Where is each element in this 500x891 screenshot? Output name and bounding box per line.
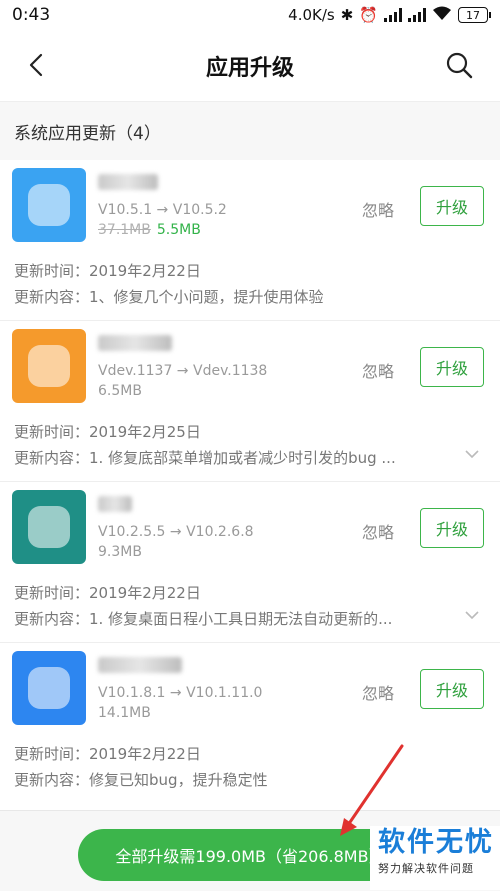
app-version: Vdev.1137 → Vdev.1138 — [98, 363, 268, 379]
update-content: 更新内容：1. 修复桌面日程小工具日期无法自动更新的... — [14, 608, 444, 629]
update-time: 更新时间：2019年2月22日 — [14, 582, 201, 603]
battery-icon: 17 — [458, 7, 491, 23]
app-version: V10.5.1 → V10.5.2 — [98, 202, 227, 218]
ignore-button[interactable]: 忽略 — [362, 519, 394, 543]
network-speed: 4.0K/s — [288, 6, 335, 24]
status-time: 0:43 — [12, 5, 51, 25]
watermark-logo: 软件无忧 努力解决软件问题 — [370, 826, 500, 890]
ignore-button[interactable]: 忽略 — [362, 197, 394, 221]
app-update-item: V10.5.1 → V10.5.2 37.1MB 5.5MB 忽略 升级 更新时间… — [0, 160, 500, 321]
annotation-arrow-icon — [340, 744, 404, 836]
app-size: 37.1MB 5.5MB — [98, 222, 201, 238]
back-arrow-icon[interactable] — [22, 50, 52, 80]
update-time-value: 2019年2月22日 — [89, 745, 201, 763]
app-size: 14.1MB — [98, 705, 151, 721]
section-header: 系统应用更新（4） — [0, 102, 500, 160]
app-update-item: V10.1.8.1 → V10.1.11.0 14.1MB 忽略 升级 更新时间… — [0, 643, 500, 804]
status-bar: 0:43 4.0K/s ✱ ⏰ 17 — [0, 0, 500, 30]
update-time-value: 2019年2月22日 — [89, 262, 201, 280]
update-time: 更新时间：2019年2月22日 — [14, 260, 201, 281]
bluetooth-icon: ✱ — [340, 6, 354, 24]
update-time-label: 更新时间： — [14, 745, 90, 763]
signal-icon — [384, 8, 402, 22]
app-update-item: V10.2.5.5 → V10.2.6.8 9.3MB 忽略 升级 更新时间：2… — [0, 482, 500, 643]
update-content-label: 更新内容： — [14, 610, 90, 628]
app-icon — [12, 329, 86, 403]
ignore-button[interactable]: 忽略 — [362, 358, 394, 382]
upgrade-button[interactable]: 升级 — [420, 508, 484, 548]
app-size: 9.3MB — [98, 544, 142, 560]
update-content-label: 更新内容： — [14, 288, 90, 306]
update-content: 更新内容：1. 修复底部菜单增加或者减少时引发的bug ... — [14, 447, 444, 468]
upgrade-button[interactable]: 升级 — [420, 186, 484, 226]
upgrade-button[interactable]: 升级 — [420, 347, 484, 387]
app-update-list: V10.5.1 → V10.5.2 37.1MB 5.5MB 忽略 升级 更新时间… — [0, 160, 500, 804]
app-name-blurred — [98, 496, 132, 512]
update-content-value: 1. 修复桌面日程小工具日期无法自动更新的... — [89, 610, 393, 628]
app-name-blurred — [98, 657, 182, 673]
chevron-down-icon[interactable] — [464, 446, 480, 462]
update-content-label: 更新内容： — [14, 771, 90, 789]
app-name-blurred — [98, 174, 158, 190]
battery-level: 17 — [466, 8, 480, 22]
app-size: 6.5MB — [98, 383, 142, 399]
app-name-blurred — [98, 335, 172, 351]
upgrade-button[interactable]: 升级 — [420, 669, 484, 709]
section-title: 系统应用更新（4） — [14, 123, 161, 144]
update-time-label: 更新时间： — [14, 262, 90, 280]
old-size: 37.1MB — [98, 222, 151, 238]
update-content-value: 修复已知bug，提升稳定性 — [89, 771, 268, 789]
chevron-down-icon[interactable] — [464, 607, 480, 623]
app-header: 应用升级 — [0, 30, 500, 102]
app-version: V10.2.5.5 → V10.2.6.8 — [98, 524, 254, 540]
update-time: 更新时间：2019年2月25日 — [14, 421, 201, 442]
wifi-icon — [432, 5, 452, 25]
update-time-value: 2019年2月25日 — [89, 423, 201, 441]
update-content: 更新内容：1、修复几个小问题，提升使用体验 — [14, 286, 444, 307]
app-update-item: Vdev.1137 → Vdev.1138 6.5MB 忽略 升级 更新时间：2… — [0, 321, 500, 482]
update-time: 更新时间：2019年2月22日 — [14, 743, 201, 764]
new-size: 5.5MB — [156, 222, 201, 238]
update-time-value: 2019年2月22日 — [89, 584, 201, 602]
app-icon — [12, 168, 86, 242]
search-icon[interactable] — [444, 50, 474, 80]
app-version: V10.1.8.1 → V10.1.11.0 — [98, 685, 263, 701]
app-icon — [12, 651, 86, 725]
update-time-label: 更新时间： — [14, 584, 90, 602]
update-content-value: 1. 修复底部菜单增加或者减少时引发的bug ... — [89, 449, 396, 467]
page-title: 应用升级 — [205, 55, 294, 81]
ignore-button[interactable]: 忽略 — [362, 680, 394, 704]
watermark-subtitle: 努力解决软件问题 — [378, 862, 474, 875]
app-icon — [12, 490, 86, 564]
update-content-label: 更新内容： — [14, 449, 90, 467]
status-icons: 4.0K/s ✱ ⏰ 17 — [288, 5, 491, 25]
alarm-icon: ⏰ — [359, 6, 378, 24]
signal-icon-2 — [408, 8, 426, 22]
update-time-label: 更新时间： — [14, 423, 90, 441]
update-content-value: 1、修复几个小问题，提升使用体验 — [89, 288, 324, 306]
watermark-title: 软件无忧 — [378, 827, 494, 858]
